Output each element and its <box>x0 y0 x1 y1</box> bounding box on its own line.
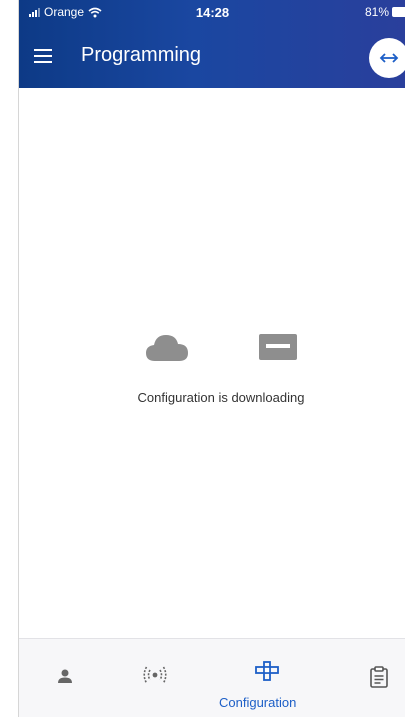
page-title: Programming <box>81 44 202 66</box>
swap-horizontal-icon <box>379 53 399 63</box>
status-bar: Orange 14:28 81% <box>19 0 405 24</box>
main-content: Configuration is downloading <box>19 88 405 638</box>
swap-button[interactable] <box>369 38 405 78</box>
nav-item-configuration[interactable]: Configuration <box>215 639 325 717</box>
cloud-icon <box>146 335 188 361</box>
download-status-text: Configuration is downloading <box>137 390 305 405</box>
nav-item-radar[interactable] <box>129 639 181 717</box>
header: Orange 14:28 81% Programming <box>19 0 405 88</box>
clipboard-icon <box>370 666 388 688</box>
nav-label-configuration: Configuration <box>219 695 297 710</box>
configuration-icon <box>255 661 279 681</box>
menu-button[interactable] <box>29 42 57 70</box>
nav-item-user[interactable] <box>41 639 93 717</box>
battery-icon <box>392 7 405 17</box>
person-icon <box>58 669 72 683</box>
card-icon <box>259 334 297 360</box>
phone-screen: Orange 14:28 81% Programming Configurati… <box>18 0 405 717</box>
bottom-nav: Configuration <box>19 638 405 717</box>
hamburger-menu-icon <box>34 49 52 63</box>
app-bar: Programming <box>19 30 405 86</box>
status-time: 14:28 <box>195 5 230 20</box>
battery-percent: 81% <box>364 5 389 19</box>
status-right: 81% <box>365 5 405 19</box>
nav-item-clipboard[interactable] <box>353 639 405 717</box>
radar-icon <box>143 666 167 684</box>
